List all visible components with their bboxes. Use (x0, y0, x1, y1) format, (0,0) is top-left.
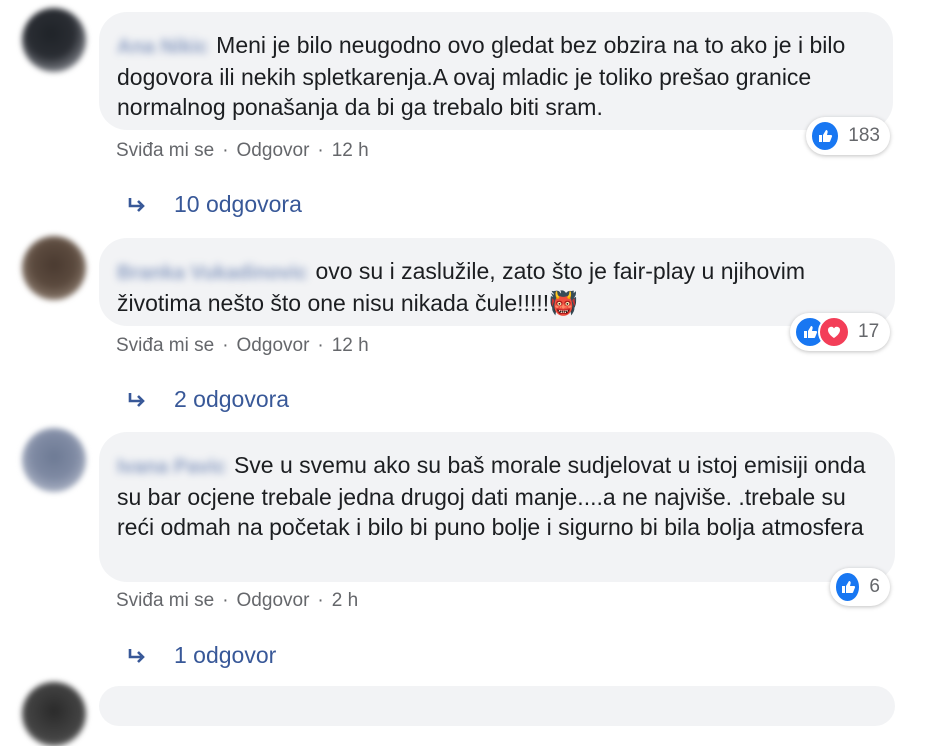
comment-bubble: Branka Vukadinovic ovo su i zaslužile, za… (99, 238, 895, 326)
reaction-count: 183 (848, 125, 880, 146)
reaction-count: 6 (869, 576, 880, 597)
comment-bubble: Ivana Pavic Sve u svemu ako su baš morale… (99, 432, 895, 582)
like-link[interactable]: Sviđa mi se (116, 335, 214, 357)
like-icon (810, 120, 841, 152)
replies-count-label: 1 odgovor (174, 642, 277, 668)
avatar[interactable] (22, 682, 86, 746)
reactions-summary[interactable]: 183 (806, 117, 890, 155)
comment-bubble: Ana Nikic Meni je bilo neugodno ovo gleda… (99, 12, 893, 130)
avatar[interactable] (22, 236, 86, 300)
reaction-count: 17 (858, 321, 880, 342)
separator: · (222, 140, 229, 161)
replies-count-label: 10 odgovora (174, 191, 302, 217)
view-replies-button[interactable]: 1 odgovor (126, 642, 276, 669)
view-replies-button[interactable]: 2 odgovora (126, 386, 289, 413)
reply-arrow-icon (128, 648, 145, 663)
reply-link[interactable]: Odgovor (237, 140, 310, 162)
like-link[interactable]: Sviđa mi se (116, 590, 214, 612)
timestamp[interactable]: 12 h (332, 140, 369, 162)
separator: · (317, 140, 324, 161)
avatar[interactable] (22, 428, 86, 492)
reply-arrow-icon (128, 392, 145, 407)
comment-actions: Sviđa mi se · Odgovor · 12 h (116, 335, 369, 357)
love-icon (818, 316, 850, 348)
reply-link[interactable]: Odgovor (237, 590, 310, 612)
reply-link[interactable]: Odgovor (237, 335, 310, 357)
comment-text: Meni je bilo neugodno ovo gledat bez obz… (117, 32, 846, 120)
view-replies-button[interactable]: 10 odgovora (126, 191, 302, 218)
reply-arrow-icon (128, 197, 145, 212)
like-icon (834, 571, 862, 603)
reactions-summary[interactable]: 17 (790, 313, 890, 351)
comment-text: Sve u svemu ako su baš morale sudjelovat… (117, 452, 866, 540)
timestamp[interactable]: 2 h (332, 590, 358, 612)
comment-actions: Sviđa mi se · Odgovor · 12 h (116, 140, 369, 162)
comment-actions: Sviđa mi se · Odgovor · 2 h (116, 590, 358, 612)
comment-author[interactable]: Ivana Pavic (117, 452, 226, 482)
avatar[interactable] (22, 8, 86, 72)
separator: · (222, 335, 229, 356)
like-link[interactable]: Sviđa mi se (116, 140, 214, 162)
comment-author[interactable]: Ana Nikic (117, 32, 208, 62)
separator: · (317, 590, 324, 611)
separator: · (222, 590, 229, 611)
reactions-summary[interactable]: 6 (830, 568, 890, 606)
comment-bubble (99, 686, 895, 726)
separator: · (317, 335, 324, 356)
comment-author[interactable]: Branka Vukadinovic (117, 258, 307, 288)
timestamp[interactable]: 12 h (332, 335, 369, 357)
replies-count-label: 2 odgovora (174, 386, 290, 412)
